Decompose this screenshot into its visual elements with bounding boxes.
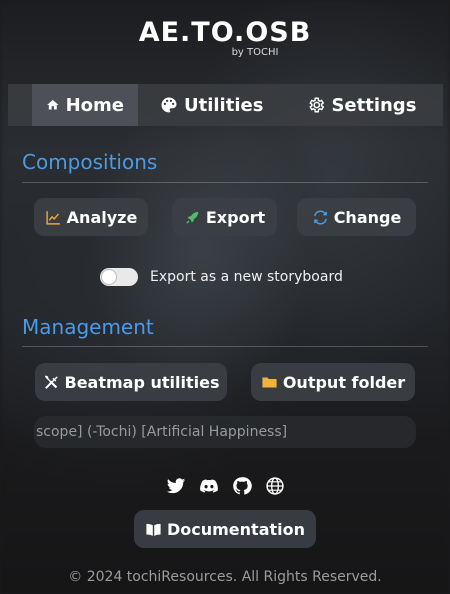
book-icon: [146, 523, 161, 536]
export-button[interactable]: Export: [172, 198, 277, 236]
discord-icon: [200, 479, 218, 493]
twitter-link[interactable]: [166, 476, 186, 496]
export-label: Export: [205, 207, 266, 227]
home-icon: [47, 99, 59, 110]
compositions-heading: Compositions: [22, 150, 158, 174]
beatmap-marquee: scope] (-Tochi) [Artificial Happiness]: [34, 416, 416, 448]
analyze-label: Analyze: [66, 207, 138, 227]
nav-home[interactable]: Home: [32, 84, 138, 126]
toggle-knob: [102, 270, 116, 284]
app-logo: AE.TO.OSB by TOCHI: [0, 18, 450, 59]
storyboard-toggle[interactable]: [100, 268, 138, 286]
tools-icon: [44, 374, 58, 389]
nav-utilities-label: Utilities: [184, 94, 264, 116]
beatmap-utilities-label: Beatmap utilities: [64, 372, 220, 392]
marquee-text: scope] (-Tochi) [Artificial Happiness]: [36, 424, 288, 440]
footer-copyright: © 2024 tochiResources. All Rights Reserv…: [68, 569, 382, 585]
change-label: Change: [333, 207, 402, 227]
nav-settings[interactable]: Settings: [293, 84, 430, 126]
github-link[interactable]: [232, 476, 252, 496]
storyboard-toggle-row: Export as a new storyboard: [100, 268, 343, 286]
beatmap-utilities-button[interactable]: Beatmap utilities: [35, 363, 227, 401]
output-folder-label: Output folder: [282, 372, 406, 392]
nav-utilities[interactable]: Utilities: [146, 84, 277, 126]
storyboard-toggle-label: Export as a new storyboard: [150, 269, 343, 285]
output-folder-button[interactable]: Output folder: [251, 363, 415, 401]
management-heading: Management: [22, 315, 154, 339]
nav-home-label: Home: [65, 94, 124, 116]
rocket-icon: [186, 211, 199, 224]
gear-icon: [309, 97, 325, 113]
palette-icon: [161, 97, 177, 113]
discord-link[interactable]: [199, 476, 219, 496]
top-nav: Home Utilities Settings: [8, 84, 443, 126]
analyze-button[interactable]: Analyze: [34, 198, 148, 236]
management-divider: [22, 346, 428, 347]
chart-line-icon: [46, 210, 60, 225]
website-link[interactable]: [265, 476, 285, 496]
change-button[interactable]: Change: [297, 198, 416, 236]
globe-icon: [266, 477, 284, 495]
documentation-label: Documentation: [166, 519, 306, 539]
folder-icon: [262, 377, 277, 387]
nav-settings-label: Settings: [331, 94, 417, 116]
logo-subtitle: by TOCHI: [231, 47, 279, 58]
compositions-divider: [22, 182, 428, 183]
twitter-icon: [166, 478, 186, 494]
github-icon: [233, 477, 252, 495]
documentation-button[interactable]: Documentation: [134, 510, 316, 548]
logo-title: AE.TO.OSB: [138, 17, 312, 48]
social-links: [166, 476, 285, 496]
refresh-icon: [313, 210, 327, 224]
